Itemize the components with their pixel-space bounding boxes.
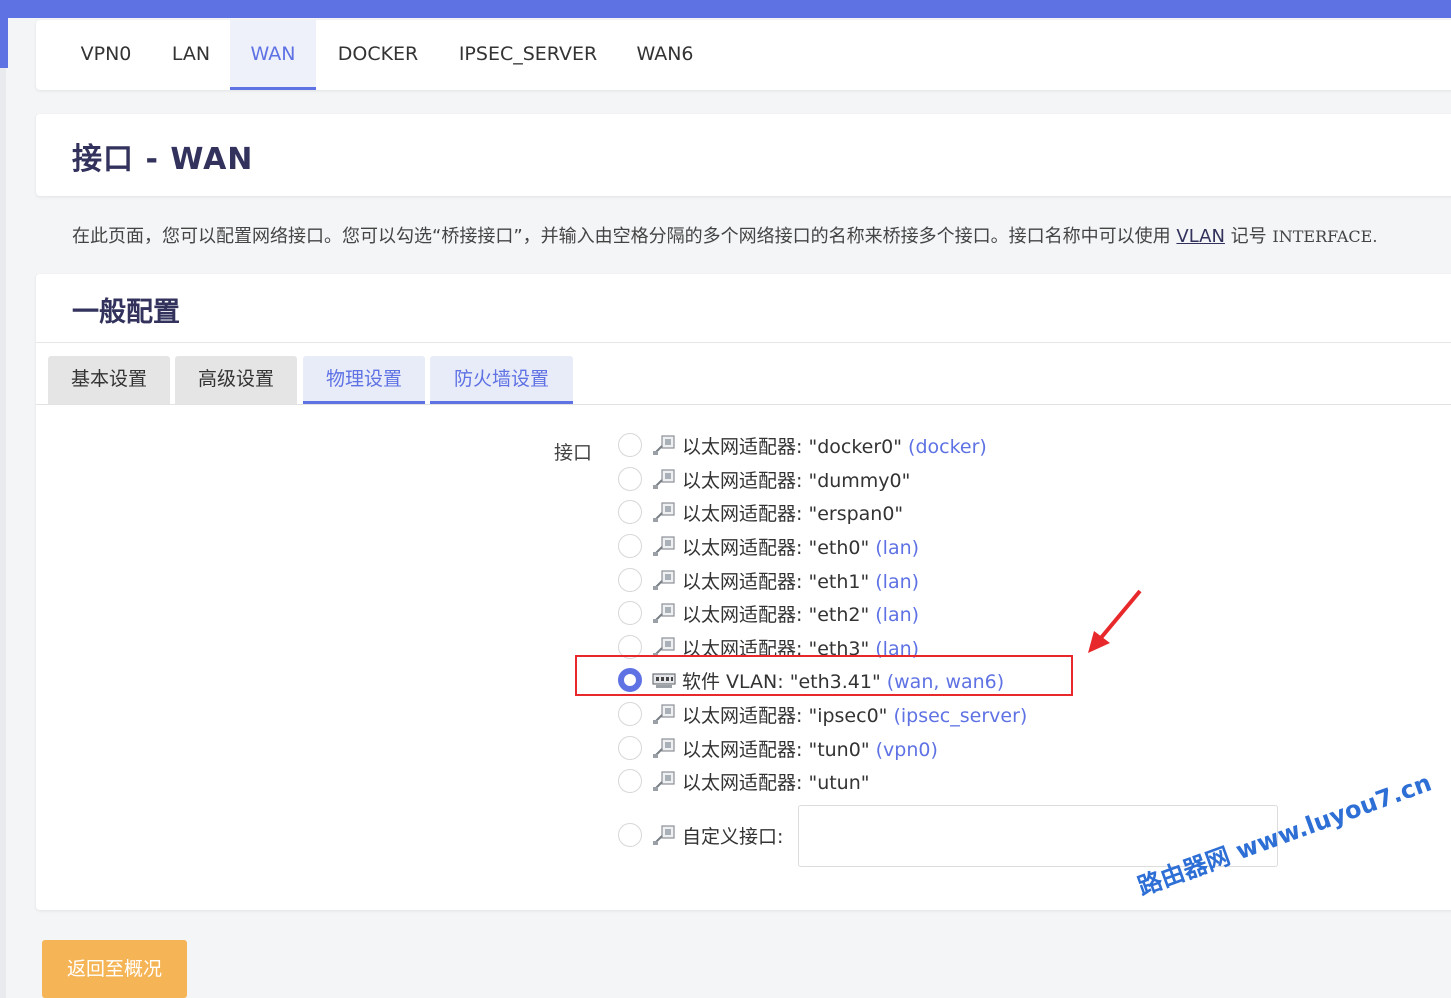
interface-option-label: 以太网适配器: "docker0" (docker) xyxy=(682,436,987,458)
ethernet-adapter-icon xyxy=(653,738,675,758)
interface-radio[interactable] xyxy=(618,736,642,760)
subtab-divider xyxy=(36,404,1451,405)
ethernet-adapter-icon xyxy=(653,603,675,623)
interface-option-label: 以太网适配器: "erspan0" xyxy=(682,503,904,525)
red-arrow-icon xyxy=(1088,589,1142,653)
interface-field-label: 接口 xyxy=(554,442,593,464)
interface-option-label: 以太网适配器: "ipsec0" (ipsec_server) xyxy=(682,705,1028,727)
ethernet-adapter-icon xyxy=(653,536,675,556)
ethernet-adapter-icon xyxy=(653,771,675,791)
highlight-box xyxy=(575,655,1073,696)
left-gutter xyxy=(0,68,6,998)
left-accent-strip xyxy=(0,18,8,68)
subtab-basic[interactable]: 基本设置 xyxy=(48,356,170,404)
tab-wan6[interactable]: WAN6 xyxy=(622,20,708,90)
interface-option-label: 以太网适配器: "eth1" (lan) xyxy=(682,571,920,593)
subtab-advanced[interactable]: 高级设置 xyxy=(175,356,297,404)
ethernet-adapter-icon xyxy=(653,469,675,489)
section-divider xyxy=(36,342,1451,343)
page-title: 接口 - WAN xyxy=(72,142,254,177)
vlan-link[interactable]: VLAN xyxy=(1176,226,1225,247)
subtab-firewall[interactable]: 防火墙设置 xyxy=(430,356,573,404)
interface-option-label: 以太网适配器: "tun0" (vpn0) xyxy=(682,739,938,761)
zone-link[interactable]: (lan) xyxy=(875,604,919,626)
page-description: 在此页面，您可以配置网络接口。您可以勾选“桥接接口”，并输入由空格分隔的多个网络… xyxy=(72,222,1377,248)
zone-link[interactable]: (vpn0) xyxy=(876,739,938,761)
interface-option-label: 以太网适配器: "eth2" (lan) xyxy=(682,604,920,626)
back-to-overview-button[interactable]: 返回至概况 xyxy=(42,940,187,998)
ethernet-adapter-icon xyxy=(653,570,675,590)
interface-option-label: 以太网适配器: "dummy0" xyxy=(682,470,911,492)
ethernet-adapter-icon xyxy=(653,704,675,724)
interface-radio[interactable] xyxy=(618,769,642,793)
zone-link[interactable]: (lan) xyxy=(875,571,919,593)
interface-radio[interactable] xyxy=(618,467,642,491)
tab-ipsec-server[interactable]: IPSEC_SERVER xyxy=(446,20,610,90)
interface-radio[interactable] xyxy=(618,534,642,558)
zone-link[interactable]: (lan) xyxy=(875,537,919,559)
tab-docker[interactable]: DOCKER xyxy=(322,20,434,90)
zone-link[interactable]: (ipsec_server) xyxy=(893,705,1027,727)
section-title: 一般配置 xyxy=(72,297,180,328)
interface-notation: INTERFACE. xyxy=(1272,227,1378,246)
title-card: 接口 - WAN xyxy=(36,114,1451,196)
interface-tabs: VPN0 LAN WAN DOCKER IPSEC_SERVER WAN6 xyxy=(36,20,1451,90)
interface-radio[interactable] xyxy=(618,568,642,592)
tab-lan[interactable]: LAN xyxy=(156,20,226,90)
tab-wan[interactable]: WAN xyxy=(230,20,316,90)
description-text: 在此页面，您可以配置网络接口。您可以勾选“桥接接口”，并输入由空格分隔的多个网络… xyxy=(72,226,1171,247)
zone-link[interactable]: (docker) xyxy=(908,436,987,458)
top-accent-bar xyxy=(0,0,1451,18)
ethernet-adapter-icon xyxy=(653,435,675,455)
tab-vpn0[interactable]: VPN0 xyxy=(62,20,150,90)
interface-option-label: 以太网适配器: "utun" xyxy=(682,772,870,794)
interface-radio[interactable] xyxy=(618,601,642,625)
custom-interface-label: 自定义接口: xyxy=(682,826,784,848)
interface-radio[interactable] xyxy=(618,702,642,726)
subtab-physical[interactable]: 物理设置 xyxy=(303,356,425,404)
custom-interface-radio[interactable] xyxy=(618,823,642,847)
interface-option-label: 以太网适配器: "eth0" (lan) xyxy=(682,537,920,559)
description-text-after: 记号 xyxy=(1230,226,1267,247)
ethernet-adapter-icon xyxy=(653,825,675,845)
interface-radio[interactable] xyxy=(618,433,642,457)
interface-radio[interactable] xyxy=(618,500,642,524)
ethernet-adapter-icon xyxy=(653,502,675,522)
